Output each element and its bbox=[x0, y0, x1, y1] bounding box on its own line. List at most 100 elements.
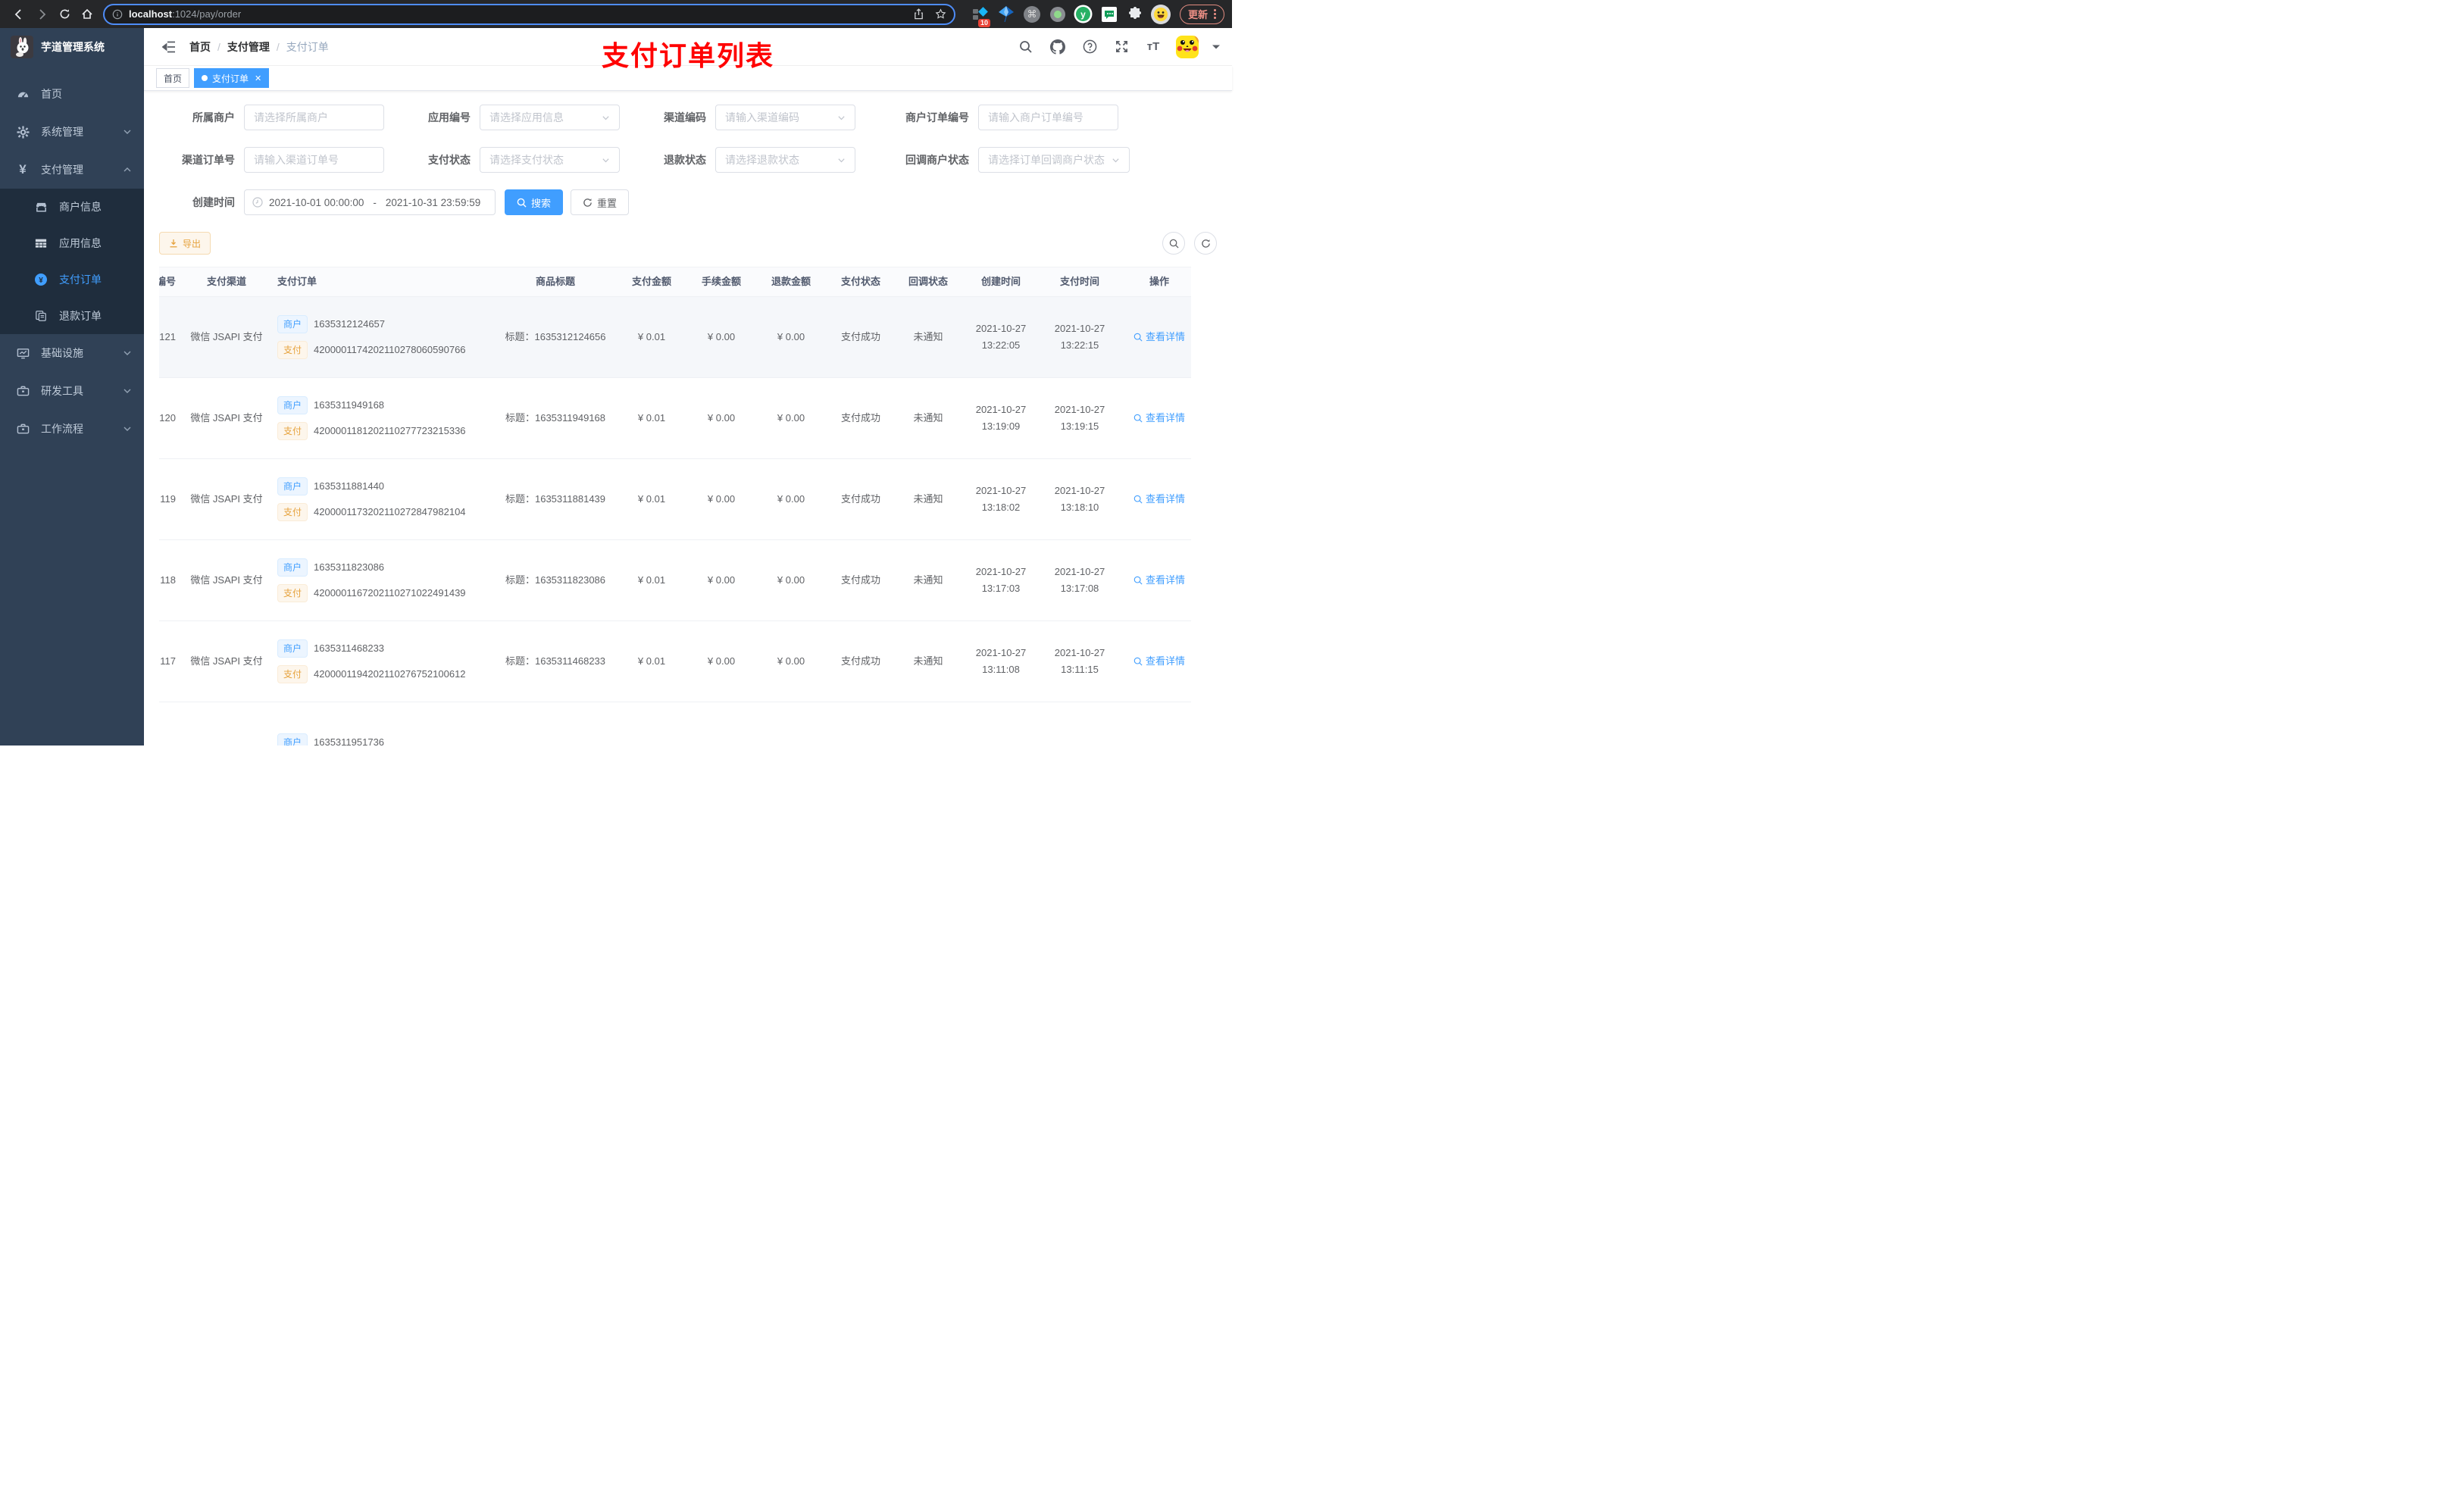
sidebar-item-infra[interactable]: 基础设施 bbox=[0, 334, 144, 372]
profile-avatar[interactable] bbox=[1150, 4, 1171, 24]
filter-label: 所属商户 bbox=[192, 111, 235, 123]
cell-paid: 2021-10-27 13:19:15 bbox=[1054, 404, 1105, 432]
sidebar-item-devtools[interactable]: 研发工具 bbox=[0, 372, 144, 410]
refund-status-select[interactable]: 请选择退款状态 bbox=[715, 147, 855, 173]
pay-status-select[interactable]: 请选择支付状态 bbox=[480, 147, 620, 173]
chevron-down-icon bbox=[837, 114, 846, 122]
channel-order-no-input[interactable] bbox=[254, 154, 374, 166]
sidebar-item-label: 首页 bbox=[41, 88, 62, 100]
pay-submenu: 商户信息 应用信息 ¥ 支付订单 退款订单 bbox=[0, 189, 144, 334]
app-logo[interactable]: 芋道管理系统 bbox=[0, 28, 144, 66]
filter-channel-order-no: 渠道订单号 bbox=[159, 147, 384, 173]
close-icon[interactable]: ✕ bbox=[255, 73, 261, 83]
gear-icon bbox=[15, 125, 30, 139]
notify-status-select[interactable]: 请选择订单回调商户状态 bbox=[978, 147, 1130, 173]
extension-record-icon[interactable] bbox=[1048, 5, 1068, 24]
sidebar-item-workflow[interactable]: 工作流程 bbox=[0, 410, 144, 448]
tag-home[interactable]: 首页 bbox=[156, 68, 190, 88]
tag-pay-order[interactable]: 支付订单 ✕ bbox=[194, 68, 270, 88]
table-row: 121 微信 JSAPI 支付 商户 1635312124657 支付 420000… bbox=[159, 297, 1191, 378]
cell-paid: 2021-10-27 13:22:15 bbox=[1054, 323, 1105, 351]
view-detail-link[interactable]: 查看详情 bbox=[1134, 330, 1185, 345]
font-size-icon[interactable]: ᴛT bbox=[1144, 38, 1162, 56]
browser-menu-icon[interactable] bbox=[1214, 9, 1216, 19]
share-icon[interactable] bbox=[913, 8, 924, 20]
breadcrumb-pay[interactable]: 支付管理 bbox=[227, 39, 270, 55]
refresh-table-button[interactable] bbox=[1194, 232, 1217, 255]
extension-kite-icon[interactable] bbox=[996, 5, 1016, 24]
chevron-down-icon bbox=[837, 156, 846, 164]
url-path: :1024/pay/order bbox=[172, 8, 242, 20]
sidebar-item-pay[interactable]: ¥ 支付管理 bbox=[0, 151, 144, 189]
bookmark-star-icon[interactable] bbox=[935, 8, 946, 20]
merchant-tag: 商户 bbox=[277, 558, 308, 577]
sidebar-item-refund-order[interactable]: 退款订单 bbox=[0, 298, 144, 334]
search-button[interactable]: 搜索 bbox=[505, 189, 564, 215]
cell-fee: ¥ 0.00 bbox=[707, 331, 736, 342]
sidebar-item-merchant-info[interactable]: 商户信息 bbox=[0, 189, 144, 225]
page: localhost:1024/pay/order 10 ⌘ y 更新 芋道管理… bbox=[0, 0, 1232, 746]
caret-down-icon[interactable] bbox=[1212, 44, 1220, 50]
cell-actions: 查看详情 bbox=[1118, 489, 1200, 510]
extension-vue-icon[interactable]: y bbox=[1074, 5, 1093, 24]
merchant-input[interactable] bbox=[254, 111, 374, 123]
app-select[interactable]: 请选择应用信息 bbox=[480, 105, 620, 130]
browser-reload-icon[interactable] bbox=[53, 4, 76, 25]
breadcrumb-home[interactable]: 首页 bbox=[189, 39, 211, 55]
cell-title: 标题：1635311468233 bbox=[505, 655, 606, 667]
view-detail-link[interactable]: 查看详情 bbox=[1134, 654, 1185, 669]
cell-channel: 微信 JSAPI 支付 bbox=[190, 493, 263, 505]
user-avatar[interactable] bbox=[1176, 35, 1199, 58]
extension-diamond-icon[interactable]: 10 bbox=[971, 5, 990, 27]
browser-home-icon[interactable] bbox=[76, 4, 98, 25]
cell-notify: 未通知 bbox=[913, 655, 943, 667]
extension-chat-icon[interactable] bbox=[1099, 5, 1119, 24]
cell-actions: 查看详情 bbox=[1118, 408, 1200, 429]
merchant-order-no-input[interactable] bbox=[988, 111, 1108, 123]
cell-created: 2021-10-27 13:18:02 bbox=[975, 485, 1027, 513]
filter-pay-status: 支付状态 请选择支付状态 bbox=[407, 147, 620, 173]
help-icon[interactable] bbox=[1080, 38, 1099, 56]
github-icon[interactable] bbox=[1049, 38, 1067, 56]
view-detail-link[interactable]: 查看详情 bbox=[1134, 411, 1185, 426]
cell-pay-order: 商户 1635311951736 bbox=[273, 730, 494, 746]
search-icon[interactable] bbox=[1017, 38, 1035, 56]
browser-update-button[interactable]: 更新 bbox=[1179, 4, 1224, 24]
filter-app: 应用编号 请选择应用信息 bbox=[407, 105, 620, 130]
sidebar-collapse-icon[interactable] bbox=[156, 34, 182, 60]
address-bar[interactable]: localhost:1024/pay/order bbox=[103, 3, 955, 25]
export-button[interactable]: 导出 bbox=[159, 232, 211, 255]
col-refund: 退款金额 bbox=[771, 276, 811, 287]
cell-actions: 查看详情 bbox=[1118, 570, 1200, 591]
channel-code-select[interactable]: 请输入渠道编码 bbox=[715, 105, 855, 130]
cell-channel bbox=[180, 739, 273, 746]
cell-channel: 微信 JSAPI 支付 bbox=[190, 331, 263, 342]
extension-command-icon[interactable]: ⌘ bbox=[1022, 5, 1042, 24]
extensions-puzzle-icon[interactable] bbox=[1125, 5, 1145, 24]
dashboard-icon bbox=[15, 88, 30, 101]
sidebar-item-app-info[interactable]: 应用信息 bbox=[0, 225, 144, 261]
merchant-tag: 商户 bbox=[277, 639, 308, 658]
view-detail-link[interactable]: 查看详情 bbox=[1134, 492, 1185, 507]
browser-chrome: localhost:1024/pay/order 10 ⌘ y 更新 bbox=[0, 0, 1232, 28]
browser-back-icon[interactable] bbox=[8, 4, 30, 25]
documents-icon bbox=[33, 310, 48, 322]
cell-actions: 查看详情 bbox=[1118, 327, 1200, 348]
sidebar-item-system[interactable]: 系统管理 bbox=[0, 113, 144, 151]
reset-button[interactable]: 重置 bbox=[571, 189, 630, 215]
update-label: 更新 bbox=[1187, 9, 1208, 20]
sidebar-item-pay-order[interactable]: ¥ 支付订单 bbox=[0, 261, 144, 298]
cell-created: 2021-10-27 13:22:05 bbox=[975, 323, 1027, 351]
chevron-down-icon bbox=[123, 127, 132, 136]
breadcrumb-current: 支付订单 bbox=[286, 40, 329, 53]
toggle-search-button[interactable] bbox=[1162, 232, 1185, 255]
fullscreen-icon[interactable] bbox=[1112, 38, 1130, 56]
view-detail-link[interactable]: 查看详情 bbox=[1134, 573, 1185, 588]
col-id: 编号 bbox=[159, 276, 176, 287]
date-range-input[interactable]: 2021-10-01 00:00:00 - 2021-10-31 23:59:5… bbox=[244, 189, 496, 215]
filter-refund-status: 退款状态 请选择退款状态 bbox=[643, 147, 855, 173]
cell-created: 2021-10-27 13:11:08 bbox=[975, 647, 1027, 675]
filter-notify-status: 回调商户状态 请选择订单回调商户状态 bbox=[878, 147, 1130, 173]
browser-forward-icon[interactable] bbox=[30, 4, 53, 25]
sidebar-item-home[interactable]: 首页 bbox=[0, 75, 144, 113]
